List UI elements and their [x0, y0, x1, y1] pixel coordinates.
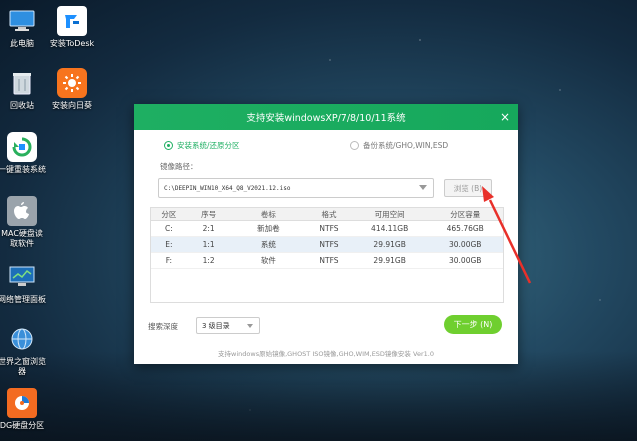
search-depth-select[interactable]: 3 级目录 [196, 317, 260, 334]
table-cell: NTFS [319, 240, 339, 249]
table-cell: 30.00GB [449, 256, 482, 265]
column-header: 格式 [321, 209, 337, 219]
browse-button[interactable]: 浏览 (B) [444, 179, 492, 197]
backup-system-radio[interactable]: 备份系统/GHO,WIN,ESD [350, 140, 448, 151]
radio-checked-icon [164, 141, 173, 150]
column-header: 可用空间 [374, 209, 405, 219]
table-cell: 465.76GB [446, 224, 484, 233]
table-cell: 1:2 [202, 256, 215, 265]
dialog-footer-note: 支持windows原始镜像,GHOST ISO镜像,GHO,WIM,ESD镜像安… [218, 350, 434, 358]
todesk-icon [57, 6, 87, 36]
table-cell: 2:1 [202, 224, 215, 233]
table-cell: 1:1 [202, 240, 215, 249]
image-path-label: 镜像路径： [160, 162, 198, 171]
monitor-icon [7, 262, 37, 292]
table-cell: NTFS [319, 224, 339, 233]
chevron-down-icon [247, 324, 253, 328]
column-header: 分区容量 [450, 209, 481, 219]
table-cell: 29.91GB [373, 240, 406, 249]
search-depth-label: 搜索深度 [148, 322, 178, 331]
dialog-titlebar[interactable]: 支持安装windowsXP/7/8/10/11系统 × [134, 104, 518, 130]
search-depth-value: 3 级目录 [202, 321, 230, 330]
desktop-icon-dg-partition[interactable]: DG硬盘分区 [0, 388, 52, 431]
globe-icon [7, 324, 37, 354]
wallpaper-horizon [0, 351, 637, 441]
table-cell: C: [165, 224, 173, 233]
table-cell: F: [165, 256, 173, 265]
radio-unchecked-icon [350, 141, 359, 150]
reinstall-system-icon [7, 132, 37, 162]
table-cell: 系统 [260, 240, 276, 249]
mode-radio-group: 安装系统/还原分区 备份系统/GHO,WIN,ESD [152, 140, 502, 154]
table-cell: NTFS [319, 256, 339, 265]
recycle-bin-icon [7, 68, 37, 98]
install-system-radio[interactable]: 安装系统/还原分区 [164, 140, 240, 151]
next-button[interactable]: 下一步 (N) [444, 315, 502, 334]
desktop-icon-reinstall[interactable]: 一键重装系统 [0, 132, 52, 175]
table-row[interactable]: C: 2:1 新加卷 NTFS 414.11GB 465.76GB [151, 221, 503, 237]
table-row-selected[interactable]: E: 1:1 系统 NTFS 29.91GB 30.00GB [151, 237, 503, 253]
desktop-icon-browser[interactable]: 世界之窗浏览 器 [0, 324, 52, 377]
chevron-down-icon [419, 185, 427, 190]
apple-icon [7, 196, 37, 226]
table-cell: 软件 [260, 256, 276, 265]
table-cell: 新加卷 [257, 224, 280, 233]
column-header: 分区 [161, 209, 177, 219]
sunflower-icon [57, 68, 87, 98]
desktop-icon-network-panel[interactable]: 网络管理面板 [0, 262, 52, 305]
table-row[interactable]: F: 1:2 软件 NTFS 29.91GB 30.00GB [151, 253, 503, 269]
close-icon[interactable]: × [500, 110, 510, 124]
table-cell: 29.91GB [373, 256, 406, 265]
column-header: 卷标 [260, 209, 276, 219]
installer-dialog: 支持安装windowsXP/7/8/10/11系统 × 安装系统/还原分区 备份… [134, 104, 518, 364]
desktop-icon-todesk[interactable]: 安装ToDesk [42, 6, 102, 49]
dialog-title: 支持安装windowsXP/7/8/10/11系统 [246, 113, 406, 124]
image-path-value: C:\DEEPIN_WIN10_X64_Q8_V2021.12.iso [164, 184, 291, 192]
table-cell: 414.11GB [371, 224, 409, 233]
computer-icon [7, 6, 37, 36]
partition-table: 分区 序号 卷标 格式 可用空间 分区容量 C: 2:1 新加卷 NTFS 41… [150, 207, 504, 303]
image-path-select[interactable]: C:\DEEPIN_WIN10_X64_Q8_V2021.12.iso [158, 178, 434, 198]
table-cell: 30.00GB [449, 240, 482, 249]
column-header: 序号 [201, 209, 217, 219]
desktop-icon-sunlogin[interactable]: 安装向日葵 [42, 68, 102, 111]
desktop-icon-mac-disk-reader[interactable]: MAC硬盘读 取软件 [0, 196, 52, 249]
dg-partition-icon [7, 388, 37, 418]
table-header: 分区 序号 卷标 格式 可用空间 分区容量 [151, 208, 503, 221]
table-cell: E: [165, 240, 173, 249]
